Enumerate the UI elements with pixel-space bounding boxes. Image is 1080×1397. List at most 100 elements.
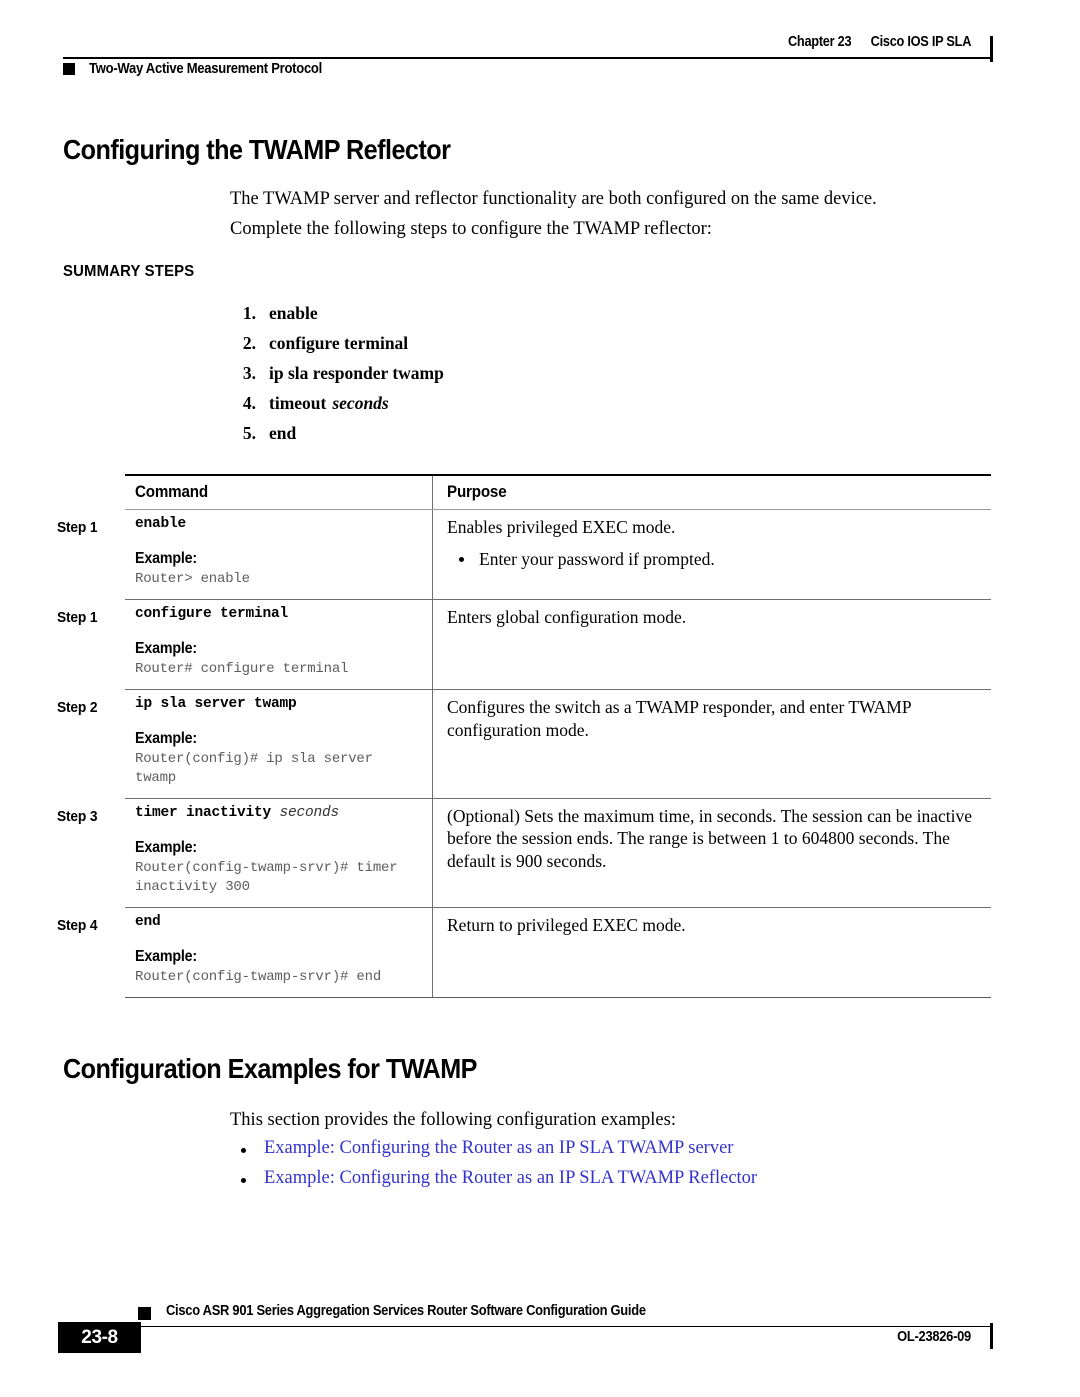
footer-document-id: OL-23826-09 <box>897 1329 971 1345</box>
table-header-cell-purpose: Purpose <box>433 476 991 509</box>
table-border-bottom <box>125 996 991 999</box>
example-label: Example: <box>135 947 197 965</box>
step-label: Step 4 <box>57 916 98 934</box>
purpose-text: Return to privileged EXEC mode. <box>447 914 686 935</box>
list-item: 4. timeout seconds <box>230 393 444 423</box>
table-cell-command: configure terminal Example: Router# conf… <box>125 600 433 690</box>
step-label: Step 1 <box>57 609 98 627</box>
square-bullet-icon <box>138 1307 151 1320</box>
table-cell-command: ip sla server twamp Example: Router(conf… <box>125 690 433 798</box>
command-text: end <box>135 913 161 930</box>
summary-step-number: 5. <box>242 423 256 443</box>
footer-guide-title: Cisco ASR 901 Series Aggregation Service… <box>166 1303 646 1319</box>
example-label: Example: <box>135 550 197 568</box>
column-header-label: Command <box>135 482 208 501</box>
table-row: Step 3 timer inactivity seconds Example:… <box>57 799 991 907</box>
table-row: Step 2 ip sla server twamp Example: Rout… <box>57 690 991 798</box>
command-keyword: timer inactivity <box>135 805 272 822</box>
example-code: Router# configure terminal <box>135 661 349 678</box>
header-chapter-number: Chapter 23 <box>787 34 852 50</box>
table-row: Step 1 enable Example: Router> enable En… <box>57 510 991 600</box>
steps-table: Command Purpose Step 1 enable Example: R… <box>57 474 991 999</box>
header-rule <box>63 57 993 59</box>
step-label: Step 2 <box>57 699 98 717</box>
list-item: Enter your password if prompted. <box>447 548 977 570</box>
command-argument: seconds <box>279 805 340 822</box>
example-code: Router(config)# ip sla server twamp <box>135 751 373 787</box>
summary-steps-heading: SUMMARY STEPS <box>63 263 195 280</box>
table-cell-purpose: Enables privileged EXEC mode. Enter your… <box>433 510 991 599</box>
step-label: Step 1 <box>57 519 98 537</box>
table-cell-purpose: Return to privileged EXEC mode. <box>433 908 991 997</box>
table-cell-command: end Example: Router(config-twamp-srvr)# … <box>125 907 433 997</box>
document-page: Chapter 23 Cisco IOS IP SLA Two-Way Activ… <box>0 0 1080 1397</box>
purpose-text: Configures the switch as a TWAMP respond… <box>447 697 911 740</box>
list-item: Example: Configuring the Router as an IP… <box>230 1138 757 1168</box>
command-text: configure terminal <box>135 606 289 623</box>
table-cell-purpose: Enters global configuration mode. <box>433 600 991 689</box>
table-cell-command: timer inactivity seconds Example: Router… <box>125 799 433 907</box>
example-code: Router(config-twamp-srvr)# end <box>135 968 382 985</box>
table-cell-purpose: Configures the switch as a TWAMP respond… <box>433 690 991 798</box>
running-head: Two-Way Active Measurement Protocol <box>63 61 348 77</box>
command-text: enable <box>135 516 187 533</box>
command-text: timer inactivity seconds <box>135 805 422 821</box>
summary-step-command: end <box>269 423 297 443</box>
summary-step-number: 3. <box>242 363 256 383</box>
cross-reference-list: Example: Configuring the Router as an IP… <box>230 1138 757 1198</box>
intro-paragraph-2: Complete the following steps to configur… <box>230 219 712 239</box>
purpose-bullet-list: Enter your password if prompted. <box>447 548 977 570</box>
summary-step-number: 2. <box>242 333 256 353</box>
intro-paragraph-1: The TWAMP server and reflector functiona… <box>230 189 877 209</box>
purpose-text: Enables privileged EXEC mode. <box>447 517 676 538</box>
summary-step-number: 1. <box>242 303 256 323</box>
page-title: Configuring the TWAMP Reflector <box>63 134 451 165</box>
list-item: 1. enable <box>230 303 444 333</box>
example-label: Example: <box>135 640 197 658</box>
summary-step-command: configure terminal <box>269 333 409 353</box>
table-row: Step 4 end Example: Router(config-twamp-… <box>57 907 991 997</box>
page-number-badge: 23-8 <box>58 1322 141 1353</box>
purpose-text: (Optional) Sets the maximum time, in sec… <box>447 806 973 871</box>
list-item: 2. configure terminal <box>230 333 444 363</box>
summary-steps-list: 1. enable 2. configure terminal 3. ip sl… <box>230 303 444 453</box>
example-label: Example: <box>135 839 197 857</box>
list-item: Example: Configuring the Router as an IP… <box>230 1168 757 1198</box>
list-item: 5. end <box>230 423 444 453</box>
summary-step-command: ip sla responder twamp <box>269 363 444 383</box>
header-chapter-info: Chapter 23 Cisco IOS IP SLA <box>788 34 971 50</box>
page-header: Chapter 23 Cisco IOS IP SLA Two-Way Activ… <box>63 34 993 80</box>
summary-step-command: timeout <box>269 393 327 413</box>
running-head-label: Two-Way Active Measurement Protocol <box>89 61 323 77</box>
table-cell-purpose: (Optional) Sets the maximum time, in sec… <box>433 799 991 907</box>
footer-edge-tick <box>990 1323 993 1349</box>
square-bullet-icon <box>63 63 75 75</box>
purpose-text: Enters global configuration mode. <box>447 607 687 628</box>
page-footer: Cisco ASR 901 Series Aggregation Service… <box>58 1303 993 1363</box>
command-text: ip sla server twamp <box>135 696 297 713</box>
summary-step-command: enable <box>269 303 318 323</box>
example-code: Router(config-twamp-srvr)# timer inactiv… <box>135 860 398 895</box>
step-label: Step 3 <box>57 808 98 826</box>
example-label: Example: <box>135 730 197 748</box>
table-header-row: Command Purpose <box>125 475 991 509</box>
column-header-label: Purpose <box>447 482 507 501</box>
table-header-cell-command: Command <box>125 475 433 509</box>
list-item: 3. ip sla responder twamp <box>230 363 444 393</box>
summary-step-number: 4. <box>242 393 256 413</box>
xref-link-twamp-server[interactable]: Example: Configuring the Router as an IP… <box>264 1138 733 1158</box>
xref-link-twamp-reflector[interactable]: Example: Configuring the Router as an IP… <box>264 1168 757 1188</box>
section-heading-examples: Configuration Examples for TWAMP <box>63 1053 477 1084</box>
table-cell-command: enable Example: Router> enable <box>125 510 433 600</box>
footer-rule <box>63 1326 993 1328</box>
example-code: Router> enable <box>135 571 250 588</box>
summary-step-argument: seconds <box>332 393 389 413</box>
header-chapter-title: Cisco IOS IP SLA <box>870 34 972 50</box>
examples-intro-paragraph: This section provides the following conf… <box>230 1110 676 1130</box>
table-row: Step 1 configure terminal Example: Route… <box>57 600 991 690</box>
